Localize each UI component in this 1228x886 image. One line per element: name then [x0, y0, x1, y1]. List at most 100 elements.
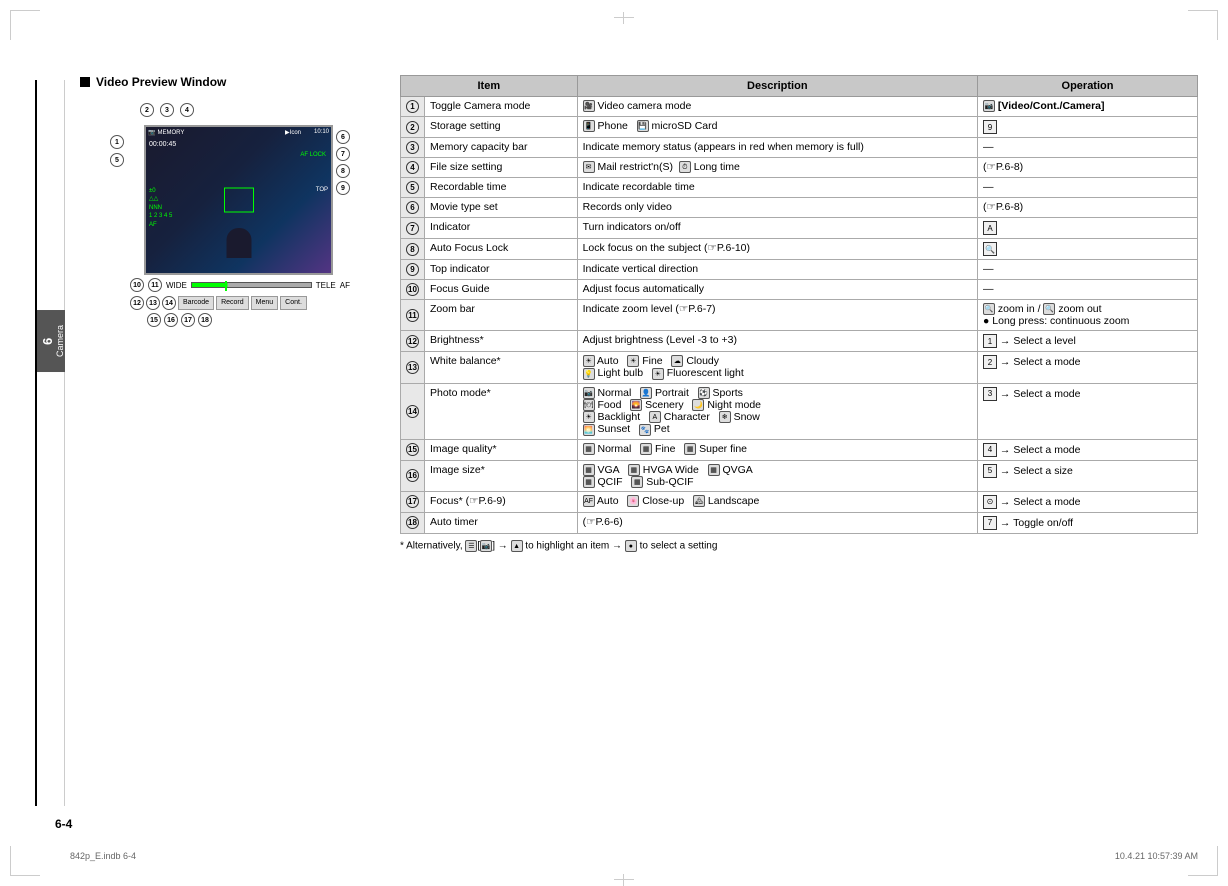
table-row: 7 Indicator Turn indicators on/off A	[401, 218, 1198, 239]
cont-button[interactable]: Cont.	[280, 296, 307, 310]
left-panel: 2 3 4 1 5 📷	[80, 95, 400, 327]
time-display: 10:10	[314, 129, 329, 135]
item-op: 3 → Select a mode	[978, 383, 1198, 439]
item-name: File size setting	[425, 158, 578, 178]
item-op: 5 → Select a size	[978, 460, 1198, 491]
item-name: Brightness*	[425, 331, 578, 352]
item-op: 4 → Select a mode	[978, 439, 1198, 460]
callout-3: 3	[160, 103, 174, 117]
header-item: Item	[401, 76, 578, 97]
row-number: 2	[401, 117, 425, 138]
memory-label: MEMORY	[157, 130, 184, 136]
camera-screen: 📷 MEMORY 10:10 ▶Icon 00:00:45 AF LOCK	[144, 125, 333, 275]
item-name: Top indicator	[425, 260, 578, 280]
callout-9: 9	[336, 181, 350, 195]
item-desc: Lock focus on the subject (☞P.6-10)	[577, 239, 977, 260]
item-desc: Indicate recordable time	[577, 178, 977, 198]
content-area: Video Preview Window 2 3 4 1 5	[80, 75, 1198, 836]
callout-12: 12	[130, 296, 144, 310]
item-name: Recordable time	[425, 178, 578, 198]
table-row: 13 White balance* ☀ Auto ☀ Fine ☁ Cloudy…	[401, 352, 1198, 383]
row-number: 4	[401, 158, 425, 178]
row-number: 9	[401, 260, 425, 280]
item-op: (☞P.6-8)	[978, 198, 1198, 218]
barcode-button[interactable]: Barcode	[178, 296, 214, 310]
callout-4: 4	[180, 103, 194, 117]
border-corner-bl	[10, 846, 40, 876]
callout-2: 2	[140, 103, 154, 117]
item-desc: ▦ VGA ▦ HVGA Wide ▦ QVGA ▦ QCIF ▦ Sub-QC…	[577, 460, 977, 491]
main-table: Item Description Operation 1 Toggle Came…	[400, 75, 1198, 836]
item-name: Toggle Camera mode	[425, 97, 578, 117]
border-corner-tr	[1188, 10, 1218, 40]
bottom-callouts: 15 16 17 18	[130, 313, 350, 327]
table-row: 17 Focus* (☞P.6-9) AF Auto 🌸 Close-up 🏔 …	[401, 491, 1198, 512]
item-op: A	[978, 218, 1198, 239]
item-name: White balance*	[425, 352, 578, 383]
file-info-right: 10.4.21 10:57:39 AM	[1115, 851, 1198, 861]
table-row: 2 Storage setting 📱 Phone 💾 microSD Card…	[401, 117, 1198, 138]
section-title-icon	[80, 77, 90, 87]
camera-preview: 2 3 4 1 5 📷	[110, 95, 350, 327]
item-op: 📷 [Video/Cont./Camera]	[978, 97, 1198, 117]
top-icons: ▶Icon	[206, 129, 301, 136]
chapter-tab: 6 Camera	[37, 310, 65, 372]
item-desc: ✉ Mail restrict'n(S) ⏱ Long time	[577, 158, 977, 178]
top-indicator: TOP	[316, 187, 328, 193]
item-desc: 📱 Phone 💾 microSD Card	[577, 117, 977, 138]
table-row: 16 Image size* ▦ VGA ▦ HVGA Wide ▦ QVGA …	[401, 460, 1198, 491]
item-desc: Turn indicators on/off	[577, 218, 977, 239]
item-op: 🔍	[978, 239, 1198, 260]
timer-display: 00:00:45	[149, 141, 176, 148]
section-title-text: Video Preview Window	[96, 75, 226, 89]
callout-6: 6	[336, 130, 350, 144]
table-row: 10 Focus Guide Adjust focus automaticall…	[401, 280, 1198, 300]
item-desc: Records only video	[577, 198, 977, 218]
record-button[interactable]: Record	[216, 296, 249, 310]
subject-figure	[226, 228, 251, 258]
table-row: 1 Toggle Camera mode 🎥 Video camera mode…	[401, 97, 1198, 117]
item-name: Movie type set	[425, 198, 578, 218]
item-op: ⊙ → Select a mode	[978, 491, 1198, 512]
item-op: 2 → Select a mode	[978, 352, 1198, 383]
item-name: Auto timer	[425, 512, 578, 533]
row-number: 8	[401, 239, 425, 260]
item-name: Focus* (☞P.6-9)	[425, 491, 578, 512]
menu-button[interactable]: Menu	[251, 296, 279, 310]
wide-label: WIDE	[166, 281, 187, 290]
item-op: —	[978, 178, 1198, 198]
table-row: 18 Auto timer (☞P.6-6) 7 → Toggle on/off	[401, 512, 1198, 533]
callout-14: 14	[162, 296, 176, 310]
item-desc: ☀ Auto ☀ Fine ☁ Cloudy 💡 Light bulb ☀ Fl…	[577, 352, 977, 383]
page-number: 6-4	[55, 817, 72, 831]
row-number: 10	[401, 280, 425, 300]
callout-13: 13	[146, 296, 160, 310]
item-op: —	[978, 280, 1198, 300]
row-number: 3	[401, 138, 425, 158]
callout-11: 11	[148, 278, 162, 292]
item-name: Image size*	[425, 460, 578, 491]
item-desc: Indicate memory status (appears in red w…	[577, 138, 977, 158]
table-row: 4 File size setting ✉ Mail restrict'n(S)…	[401, 158, 1198, 178]
features-table: Item Description Operation 1 Toggle Came…	[400, 75, 1198, 534]
item-name: Storage setting	[425, 117, 578, 138]
item-op: 🔍 zoom in / 🔍 zoom out ● Long press: con…	[978, 300, 1198, 331]
table-row: 8 Auto Focus Lock Lock focus on the subj…	[401, 239, 1198, 260]
item-name: Focus Guide	[425, 280, 578, 300]
numbers-overlay: ±0 △△ NNN 1 2 3 4 5 AF	[149, 187, 172, 229]
zoom-bar: 10 11 WIDE TELE AF	[130, 278, 350, 292]
row-number: 11	[401, 300, 425, 331]
af-lock-display: AF LOCK	[300, 152, 326, 158]
camera-screen-inner: 📷 MEMORY 10:10 ▶Icon 00:00:45 AF LOCK	[146, 127, 331, 273]
border-corner-tl	[10, 10, 40, 40]
row-number: 7	[401, 218, 425, 239]
left-sidebar: 6 Camera	[35, 80, 65, 806]
table-row: 14 Photo mode* 📷 Normal 👤 Portrait ⚽ Spo…	[401, 383, 1198, 439]
item-op: 9	[978, 117, 1198, 138]
callout-10: 10	[130, 278, 144, 292]
item-desc: ▦ Normal ▦ Fine ▦ Super fine	[577, 439, 977, 460]
row-number: 6	[401, 198, 425, 218]
focus-guide-box	[224, 188, 254, 213]
item-desc: Indicate vertical direction	[577, 260, 977, 280]
item-name: Photo mode*	[425, 383, 578, 439]
